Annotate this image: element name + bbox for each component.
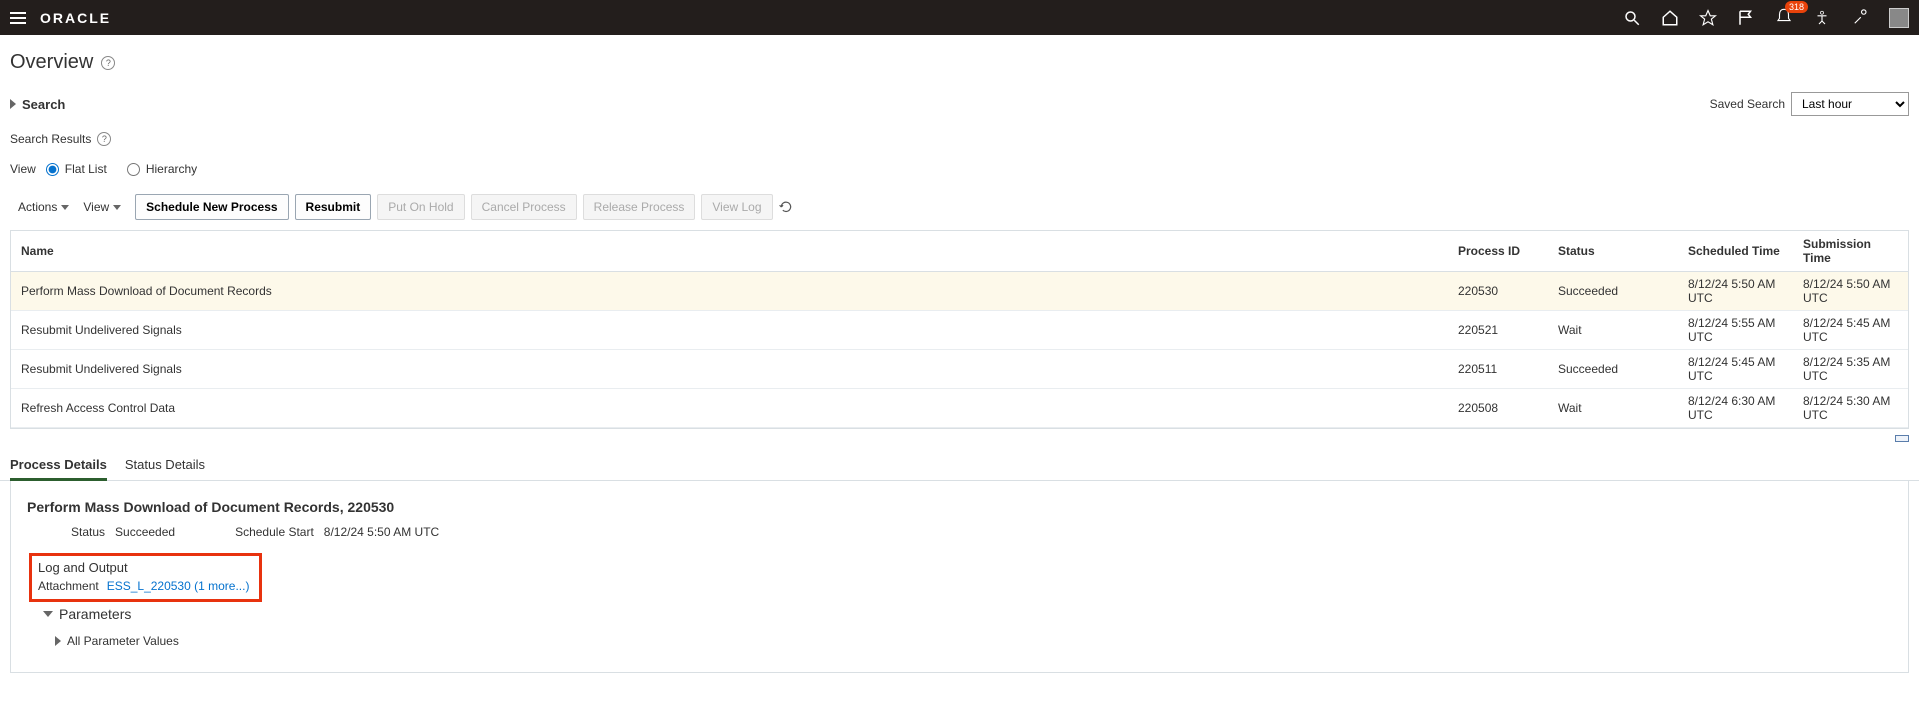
chevron-right-icon xyxy=(10,99,16,109)
parameters-toggle[interactable]: Parameters xyxy=(27,606,1892,622)
global-header: ORACLE 318 xyxy=(0,0,1919,35)
cell-submission: 8/12/24 5:35 AM UTC xyxy=(1793,350,1908,389)
cell-name: Refresh Access Control Data xyxy=(11,389,1448,428)
cell-pid: 220521 xyxy=(1448,311,1548,350)
details-title: Perform Mass Download of Document Record… xyxy=(27,499,1892,515)
tools-icon[interactable] xyxy=(1851,9,1869,27)
col-process-id[interactable]: Process ID xyxy=(1448,231,1548,272)
cell-scheduled: 8/12/24 6:30 AM UTC xyxy=(1678,389,1793,428)
log-output-title: Log and Output xyxy=(38,560,249,575)
cell-name: Resubmit Undelivered Signals xyxy=(11,311,1448,350)
schedule-start-value: 8/12/24 5:50 AM UTC xyxy=(324,525,439,539)
chevron-down-icon xyxy=(113,205,121,210)
search-collapse-toggle[interactable]: Search xyxy=(10,97,65,112)
refresh-icon[interactable] xyxy=(779,200,793,214)
cell-scheduled: 8/12/24 5:50 AM UTC xyxy=(1678,272,1793,311)
search-results-label: Search Results xyxy=(10,132,91,146)
tab-process-details[interactable]: Process Details xyxy=(10,453,107,481)
page-title: Overview xyxy=(10,51,93,74)
view-menu[interactable]: View xyxy=(83,200,121,214)
attachment-label: Attachment xyxy=(38,579,99,593)
process-details-panel: Perform Mass Download of Document Record… xyxy=(10,481,1909,673)
home-icon[interactable] xyxy=(1661,9,1679,27)
cell-pid: 220508 xyxy=(1448,389,1548,428)
cell-pid: 220511 xyxy=(1448,350,1548,389)
saved-search-select[interactable]: Last hour xyxy=(1791,92,1909,116)
cell-name: Resubmit Undelivered Signals xyxy=(11,350,1448,389)
search-icon[interactable] xyxy=(1623,9,1641,27)
cell-status: Succeeded xyxy=(1548,350,1678,389)
chevron-down-icon xyxy=(43,611,53,617)
chevron-right-icon xyxy=(55,636,61,646)
menu-icon[interactable] xyxy=(10,12,26,24)
attachment-link[interactable]: ESS_L_220530 (1 more...) xyxy=(107,579,250,593)
table-row[interactable]: Resubmit Undelivered Signals220521Wait8/… xyxy=(11,311,1908,350)
chevron-down-icon xyxy=(61,205,69,210)
process-table: Name Process ID Status Scheduled Time Su… xyxy=(10,230,1909,429)
schedule-new-process-button[interactable]: Schedule New Process xyxy=(135,194,288,220)
cell-submission: 8/12/24 5:30 AM UTC xyxy=(1793,389,1908,428)
col-scheduled[interactable]: Scheduled Time xyxy=(1678,231,1793,272)
release-process-button: Release Process xyxy=(583,194,696,220)
avatar[interactable] xyxy=(1889,8,1909,28)
status-label: Status xyxy=(71,525,105,539)
put-on-hold-button: Put On Hold xyxy=(377,194,464,220)
status-value: Succeeded xyxy=(115,525,175,539)
saved-search-label: Saved Search xyxy=(1710,97,1785,111)
cell-name: Perform Mass Download of Document Record… xyxy=(11,272,1448,311)
search-section-label: Search xyxy=(22,97,65,112)
log-output-highlight: Log and Output Attachment ESS_L_220530 (… xyxy=(29,553,262,602)
flag-icon[interactable] xyxy=(1737,9,1755,27)
star-icon[interactable] xyxy=(1699,9,1717,27)
tab-status-details[interactable]: Status Details xyxy=(125,453,205,480)
cell-status: Succeeded xyxy=(1548,272,1678,311)
view-label: View xyxy=(10,162,36,176)
accessibility-icon[interactable] xyxy=(1813,9,1831,27)
flat-list-radio[interactable]: Flat List xyxy=(46,162,107,176)
resubmit-button[interactable]: Resubmit xyxy=(295,194,372,220)
help-icon[interactable]: ? xyxy=(97,132,111,146)
help-icon[interactable]: ? xyxy=(101,56,115,70)
notifications-button[interactable]: 318 xyxy=(1775,7,1793,28)
cell-status: Wait xyxy=(1548,311,1678,350)
panel-resize-handle[interactable] xyxy=(1895,435,1909,442)
cell-scheduled: 8/12/24 5:55 AM UTC xyxy=(1678,311,1793,350)
table-row[interactable]: Refresh Access Control Data220508Wait8/1… xyxy=(11,389,1908,428)
schedule-start-label: Schedule Start xyxy=(235,525,314,539)
brand-logo: ORACLE xyxy=(40,10,111,26)
col-submission[interactable]: Submission Time xyxy=(1793,231,1908,272)
notification-badge: 318 xyxy=(1785,1,1808,13)
all-parameters-toggle[interactable]: All Parameter Values xyxy=(27,634,1892,648)
cancel-process-button: Cancel Process xyxy=(471,194,577,220)
col-name[interactable]: Name xyxy=(11,231,1448,272)
view-log-button: View Log xyxy=(701,194,772,220)
table-row[interactable]: Resubmit Undelivered Signals220511Succee… xyxy=(11,350,1908,389)
cell-submission: 8/12/24 5:50 AM UTC xyxy=(1793,272,1908,311)
table-row[interactable]: Perform Mass Download of Document Record… xyxy=(11,272,1908,311)
cell-status: Wait xyxy=(1548,389,1678,428)
cell-pid: 220530 xyxy=(1448,272,1548,311)
col-status[interactable]: Status xyxy=(1548,231,1678,272)
hierarchy-radio[interactable]: Hierarchy xyxy=(127,162,197,176)
cell-submission: 8/12/24 5:45 AM UTC xyxy=(1793,311,1908,350)
actions-menu[interactable]: Actions xyxy=(18,200,69,214)
cell-scheduled: 8/12/24 5:45 AM UTC xyxy=(1678,350,1793,389)
